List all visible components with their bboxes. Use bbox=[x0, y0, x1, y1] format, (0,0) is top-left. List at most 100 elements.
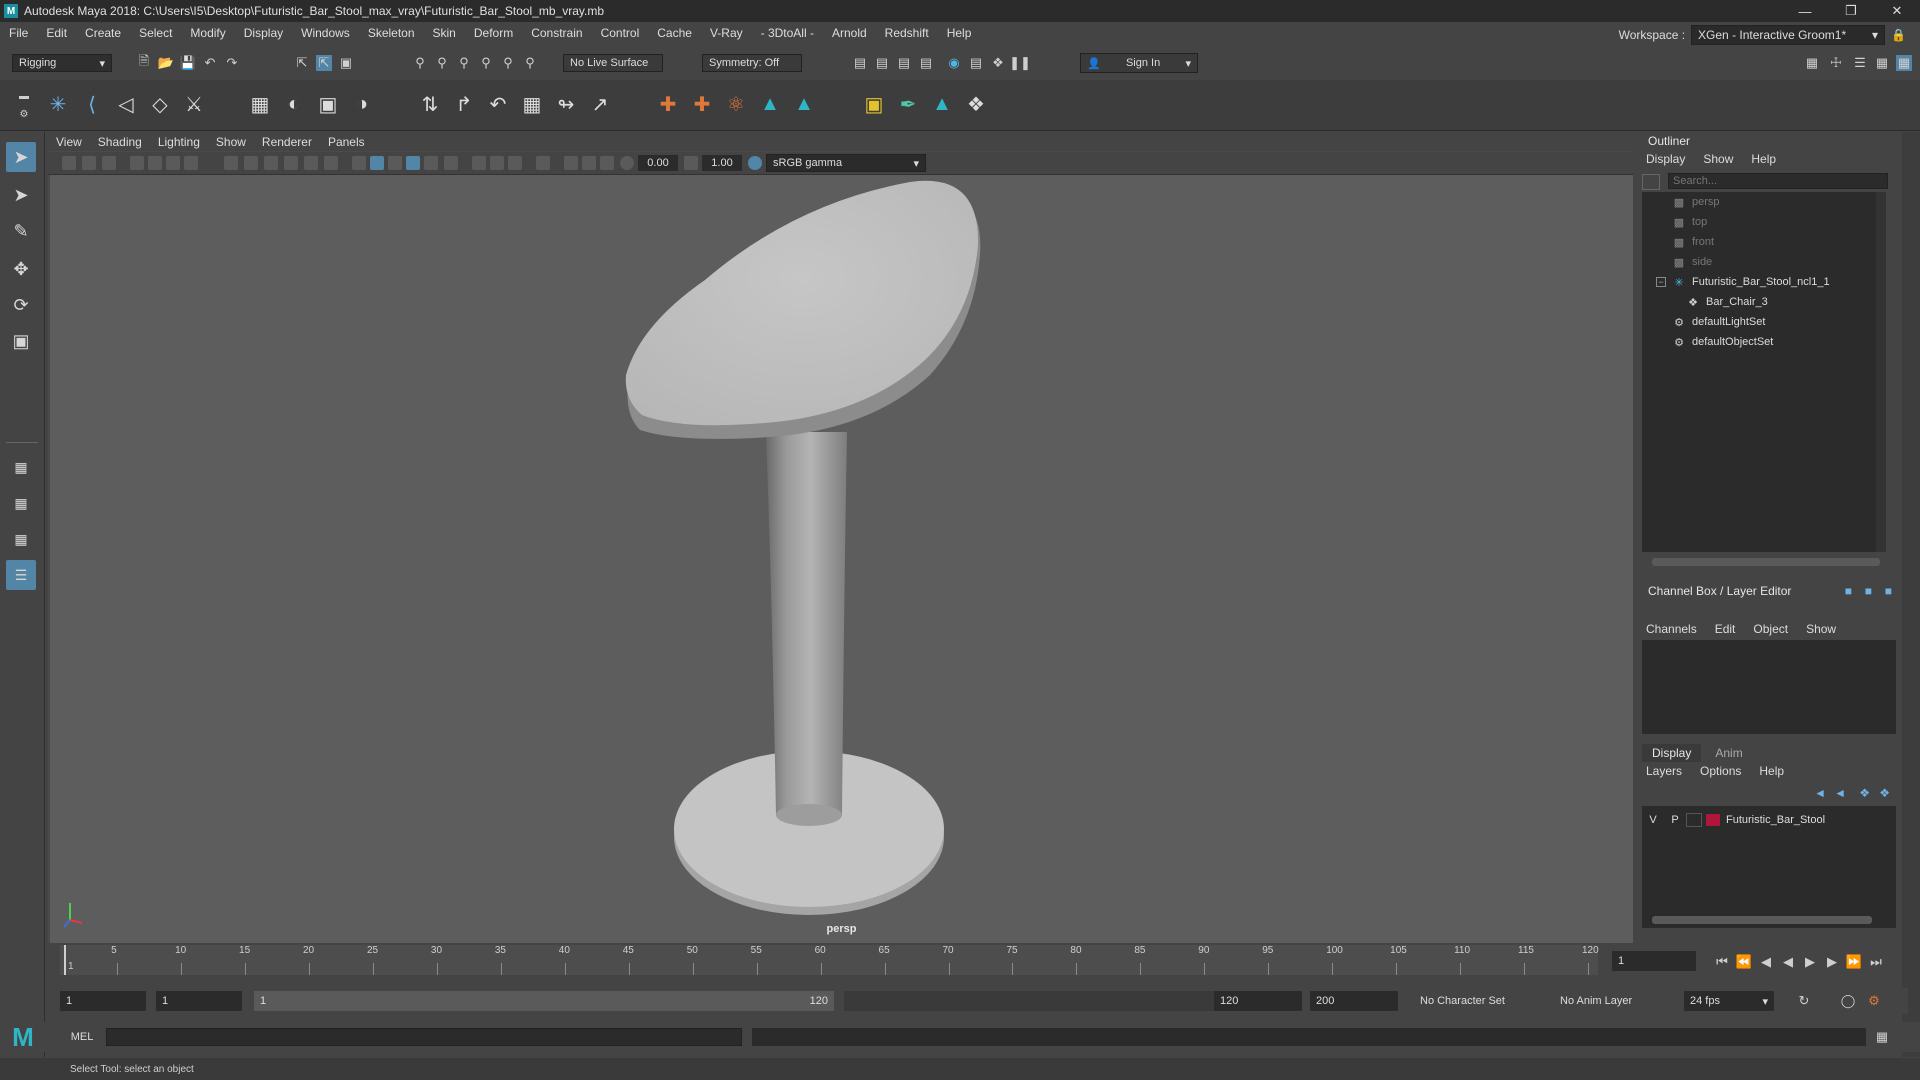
select-tool-icon[interactable]: ➤ bbox=[6, 142, 36, 172]
isolate-select-icon[interactable] bbox=[536, 156, 550, 170]
workspace-dropdown[interactable]: XGen - Interactive Groom1* ▾ bbox=[1691, 25, 1886, 45]
outliner-menu-display[interactable]: Display bbox=[1638, 152, 1695, 166]
current-time-indicator[interactable] bbox=[64, 945, 66, 975]
fps-dropdown[interactable]: 24 fps ▾ bbox=[1684, 991, 1774, 1011]
channel-menu-show[interactable]: Show bbox=[1798, 622, 1846, 636]
viewport-3d[interactable]: persp bbox=[50, 175, 1633, 943]
channel-box-icon-b[interactable]: ■ bbox=[1865, 584, 1872, 598]
attribute-editor-icon[interactable]: ☰ bbox=[1852, 55, 1868, 71]
close-icon[interactable]: ✕ bbox=[1874, 0, 1920, 22]
render-view-icon[interactable]: ▤ bbox=[852, 55, 868, 71]
menu-windows[interactable]: Windows bbox=[292, 26, 359, 40]
xray-joints-icon[interactable] bbox=[582, 156, 596, 170]
pause-icon[interactable]: ❚❚ bbox=[1009, 55, 1031, 71]
ik-handle-icon[interactable]: ⟨ bbox=[78, 90, 106, 118]
hik-icon[interactable]: ⚔ bbox=[180, 90, 208, 118]
symmetry-field[interactable]: Symmetry: Off bbox=[702, 54, 802, 72]
gamma-icon[interactable] bbox=[684, 156, 698, 170]
tool-settings-icon[interactable]: ▦ bbox=[1874, 55, 1890, 71]
gate-mask-icon[interactable] bbox=[264, 156, 278, 170]
blend-shape-icon[interactable]: ▣ bbox=[860, 90, 888, 118]
layer-row[interactable]: V P Futuristic_Bar_Stool bbox=[1642, 810, 1882, 830]
image-plane-icon[interactable] bbox=[130, 156, 144, 170]
hik-character-icon[interactable]: ⚛ bbox=[722, 90, 750, 118]
lock-camera-icon[interactable] bbox=[82, 156, 96, 170]
render-current-icon[interactable]: ▤ bbox=[874, 55, 890, 71]
range-bar[interactable]: 1 120 bbox=[254, 991, 834, 1011]
resolution-gate-icon[interactable] bbox=[244, 156, 258, 170]
anim-layer-dropdown[interactable]: No Anim Layer bbox=[1554, 991, 1664, 1011]
menu-edit[interactable]: Edit bbox=[37, 26, 76, 40]
skeleton-icon[interactable]: ▲ bbox=[790, 90, 818, 118]
channel-menu-channels[interactable]: Channels bbox=[1638, 622, 1707, 636]
viewport-menu-panels[interactable]: Panels bbox=[320, 135, 373, 149]
collapse-icon[interactable]: − bbox=[1656, 277, 1666, 287]
gamma-field[interactable]: 1.00 bbox=[702, 155, 742, 171]
safe-title-icon[interactable] bbox=[324, 156, 338, 170]
single-view-icon[interactable]: ▦ bbox=[6, 452, 36, 482]
layer-move-up-icon[interactable]: ◄ bbox=[1814, 786, 1826, 800]
layer-menu-options[interactable]: Options bbox=[1692, 764, 1751, 778]
character-controls-icon[interactable]: ☩ bbox=[1828, 55, 1844, 71]
playback-end-field[interactable]: 120 bbox=[1214, 991, 1302, 1011]
step-forward-key-icon[interactable]: ⏩ bbox=[1846, 954, 1862, 970]
four-view-icon[interactable]: ▦ bbox=[6, 488, 36, 518]
grease-pencil-icon[interactable] bbox=[166, 156, 180, 170]
step-back-key-icon[interactable]: ⏪ bbox=[1736, 954, 1752, 970]
menu-skeleton[interactable]: Skeleton bbox=[359, 26, 424, 40]
playback-start-field[interactable]: 1 bbox=[156, 991, 242, 1011]
shadows-icon[interactable] bbox=[472, 156, 486, 170]
snap-view-icon[interactable]: ⚲ bbox=[478, 55, 494, 71]
snap-surface-icon[interactable]: ⚲ bbox=[500, 55, 516, 71]
animation-end-field[interactable]: 200 bbox=[1310, 991, 1398, 1011]
menuset-dropdown[interactable]: Rigging ▾ bbox=[12, 54, 112, 72]
viewport-menu-view[interactable]: View bbox=[48, 135, 90, 149]
cluster-icon[interactable]: ✚ bbox=[688, 90, 716, 118]
character-set-dropdown[interactable]: No Character Set bbox=[1414, 991, 1534, 1011]
shelf-settings-icon[interactable]: ⚙ bbox=[16, 106, 32, 122]
menu-help[interactable]: Help bbox=[938, 26, 981, 40]
channel-box-icon[interactable]: ▦ bbox=[1896, 55, 1912, 71]
exposure-field[interactable]: 0.00 bbox=[638, 155, 678, 171]
pole-vector-icon[interactable]: ↗ bbox=[586, 90, 614, 118]
lights-icon[interactable] bbox=[444, 156, 458, 170]
smooth-shade-icon[interactable] bbox=[370, 156, 384, 170]
animation-prefs-icon[interactable]: ⚙ bbox=[1866, 993, 1882, 1009]
default-material-icon[interactable] bbox=[388, 156, 402, 170]
new-layer-icon[interactable]: ❖ bbox=[1859, 786, 1870, 800]
two-view-icon[interactable]: ▦ bbox=[6, 524, 36, 554]
aim-constraint-icon[interactable]: ↬ bbox=[552, 90, 580, 118]
ambient-occlusion-icon[interactable] bbox=[490, 156, 504, 170]
2d-pan-icon[interactable] bbox=[148, 156, 162, 170]
wireframe-icon[interactable] bbox=[352, 156, 366, 170]
undo-icon[interactable]: ↶ bbox=[202, 55, 218, 71]
menu-vray[interactable]: V-Ray bbox=[701, 26, 752, 40]
outliner-search-input[interactable] bbox=[1668, 173, 1888, 189]
parent-constraint-icon[interactable]: ⇅ bbox=[416, 90, 444, 118]
viewport-menu-show[interactable]: Show bbox=[208, 135, 254, 149]
orient-constraint-icon[interactable]: ↶ bbox=[484, 90, 512, 118]
tool-settings-strip[interactable] bbox=[1902, 132, 1920, 1057]
script-language-toggle[interactable]: MEL bbox=[60, 1028, 104, 1046]
layer-menu-layers[interactable]: Layers bbox=[1638, 764, 1692, 778]
animation-start-field[interactable]: 1 bbox=[60, 991, 146, 1011]
modeling-toolkit-icon[interactable]: ▦ bbox=[1804, 55, 1820, 71]
menu-cache[interactable]: Cache bbox=[648, 26, 701, 40]
go-to-start-icon[interactable]: ⏮ bbox=[1714, 954, 1730, 970]
channel-menu-object[interactable]: Object bbox=[1745, 622, 1798, 636]
layer-name[interactable]: Futuristic_Bar_Stool bbox=[1726, 814, 1825, 826]
textured-icon[interactable] bbox=[424, 156, 438, 170]
point-constraint-icon[interactable]: ↱ bbox=[450, 90, 478, 118]
wireframe-on-shaded-icon[interactable] bbox=[406, 156, 420, 170]
sign-in-button[interactable]: 👤 Sign In ▾ bbox=[1080, 53, 1198, 73]
snap-point-icon[interactable]: ⚲ bbox=[456, 55, 472, 71]
field-chart-icon[interactable] bbox=[284, 156, 298, 170]
render-settings-icon[interactable]: ▤ bbox=[918, 55, 934, 71]
go-to-end-icon[interactable]: ⏭ bbox=[1868, 954, 1884, 970]
mel-command-input[interactable] bbox=[106, 1028, 742, 1046]
lock-icon[interactable]: 🔒 bbox=[1891, 28, 1906, 42]
live-surface-field[interactable]: No Live Surface bbox=[563, 54, 663, 72]
auto-key-icon[interactable]: ◯ bbox=[1840, 993, 1856, 1009]
script-editor-icon[interactable]: ▦ bbox=[1874, 1029, 1890, 1045]
menu-file[interactable]: File bbox=[0, 26, 37, 40]
